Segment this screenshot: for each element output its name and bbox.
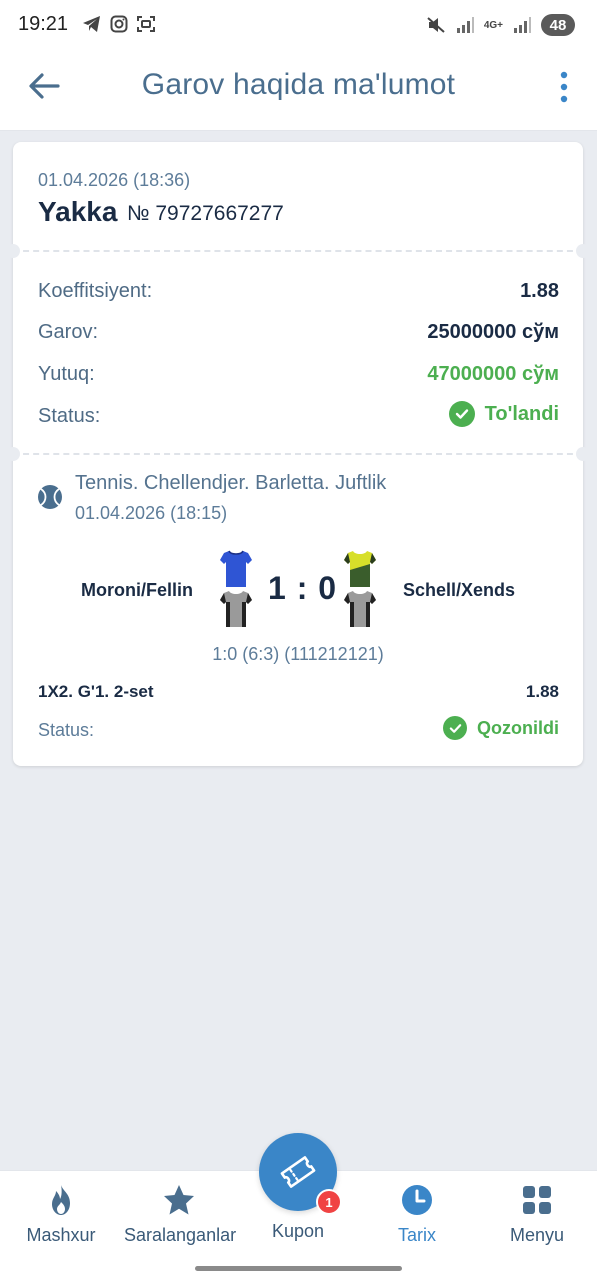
status-time: 19:21 bbox=[18, 13, 69, 35]
nav-item-menyu[interactable]: Menyu bbox=[482, 1183, 592, 1246]
signal-icon bbox=[456, 17, 474, 33]
stake-value: 25000000 сўм bbox=[427, 321, 559, 343]
status-text: To'landi bbox=[484, 402, 559, 425]
bet-date: 01.04.2026 (18:36) bbox=[38, 170, 191, 190]
nav-item-tarix[interactable]: Tarix bbox=[362, 1183, 472, 1246]
coefficient-label: Koeffitsiyent: bbox=[38, 280, 153, 302]
check-circle-icon bbox=[443, 716, 468, 740]
dashed-divider bbox=[13, 453, 583, 455]
match-score: 1 : 0 bbox=[268, 570, 338, 606]
coefficient-value: 1.88 bbox=[520, 280, 559, 302]
jersey-icon bbox=[220, 591, 252, 627]
scan-icon bbox=[137, 16, 155, 32]
check-circle-icon bbox=[448, 401, 475, 427]
event-status-label: Status: bbox=[38, 720, 95, 740]
win-value: 47000000 сўм bbox=[427, 363, 559, 385]
market-odd: 1.88 bbox=[525, 682, 559, 701]
win-label: Yutuq: bbox=[38, 363, 95, 385]
jersey-icon bbox=[220, 550, 252, 587]
fire-icon bbox=[52, 1185, 70, 1215]
battery-indicator: 48 bbox=[541, 14, 575, 36]
score-detail: 1:0 (6:3) (111212121) bbox=[212, 644, 384, 664]
nav-label: Mashxur bbox=[26, 1225, 96, 1245]
event-status-text: Qozonildi bbox=[477, 717, 559, 738]
signal-icon bbox=[514, 17, 531, 33]
page-title: Garov haqida ma'lumot bbox=[141, 68, 456, 101]
bet-details-card: 01.04.2026 (18:36) Yakka № 79727667277 K… bbox=[6, 142, 590, 766]
clock-icon bbox=[402, 1185, 432, 1215]
event-title: Tennis. Chellendjer. Barletta. Juftlik bbox=[75, 472, 387, 494]
stake-label: Garov: bbox=[38, 321, 99, 343]
jersey-icon bbox=[344, 551, 376, 587]
nav-label: Kupon bbox=[271, 1221, 325, 1241]
star-icon bbox=[164, 1185, 194, 1215]
status-value: To'landi bbox=[448, 401, 559, 427]
telegram-icon bbox=[83, 16, 100, 32]
ticket-icon bbox=[280, 1156, 316, 1188]
app-bar: Garov haqida ma'lumot bbox=[0, 42, 597, 131]
jersey-icon bbox=[344, 591, 376, 627]
dashed-divider bbox=[13, 250, 583, 252]
network-type: 4G+ bbox=[483, 19, 503, 31]
grid-icon bbox=[523, 1186, 551, 1214]
mute-icon bbox=[427, 17, 445, 33]
team1-name: Moroni/Fellin bbox=[81, 580, 193, 600]
nav-label: Tarix bbox=[397, 1225, 436, 1245]
status-label: Status: bbox=[38, 405, 101, 427]
bet-type: Yakka bbox=[38, 196, 118, 227]
event-date: 01.04.2026 (18:15) bbox=[75, 503, 228, 523]
home-indicator[interactable] bbox=[195, 1266, 402, 1271]
nav-item-mashxur[interactable]: Mashxur bbox=[6, 1183, 116, 1246]
nav-label: Menyu bbox=[509, 1225, 565, 1245]
event-status-value: Qozonildi bbox=[443, 716, 559, 740]
nav-item-saralanganlar[interactable]: Saralanganlar bbox=[124, 1183, 237, 1246]
kupon-count-badge: 1 bbox=[316, 1189, 342, 1215]
nav-label: Saralanganlar bbox=[124, 1225, 237, 1245]
team2-name: Schell/Xends bbox=[402, 580, 515, 600]
instagram-icon bbox=[110, 15, 128, 33]
status-bar: 19:21 4G+ 48 bbox=[0, 0, 597, 42]
tennis-ball-icon bbox=[38, 485, 62, 509]
market-name: 1X2. G'1. 2-set bbox=[38, 682, 154, 701]
more-vertical-icon[interactable] bbox=[557, 70, 571, 104]
bet-number: № 79727667277 bbox=[127, 202, 284, 225]
